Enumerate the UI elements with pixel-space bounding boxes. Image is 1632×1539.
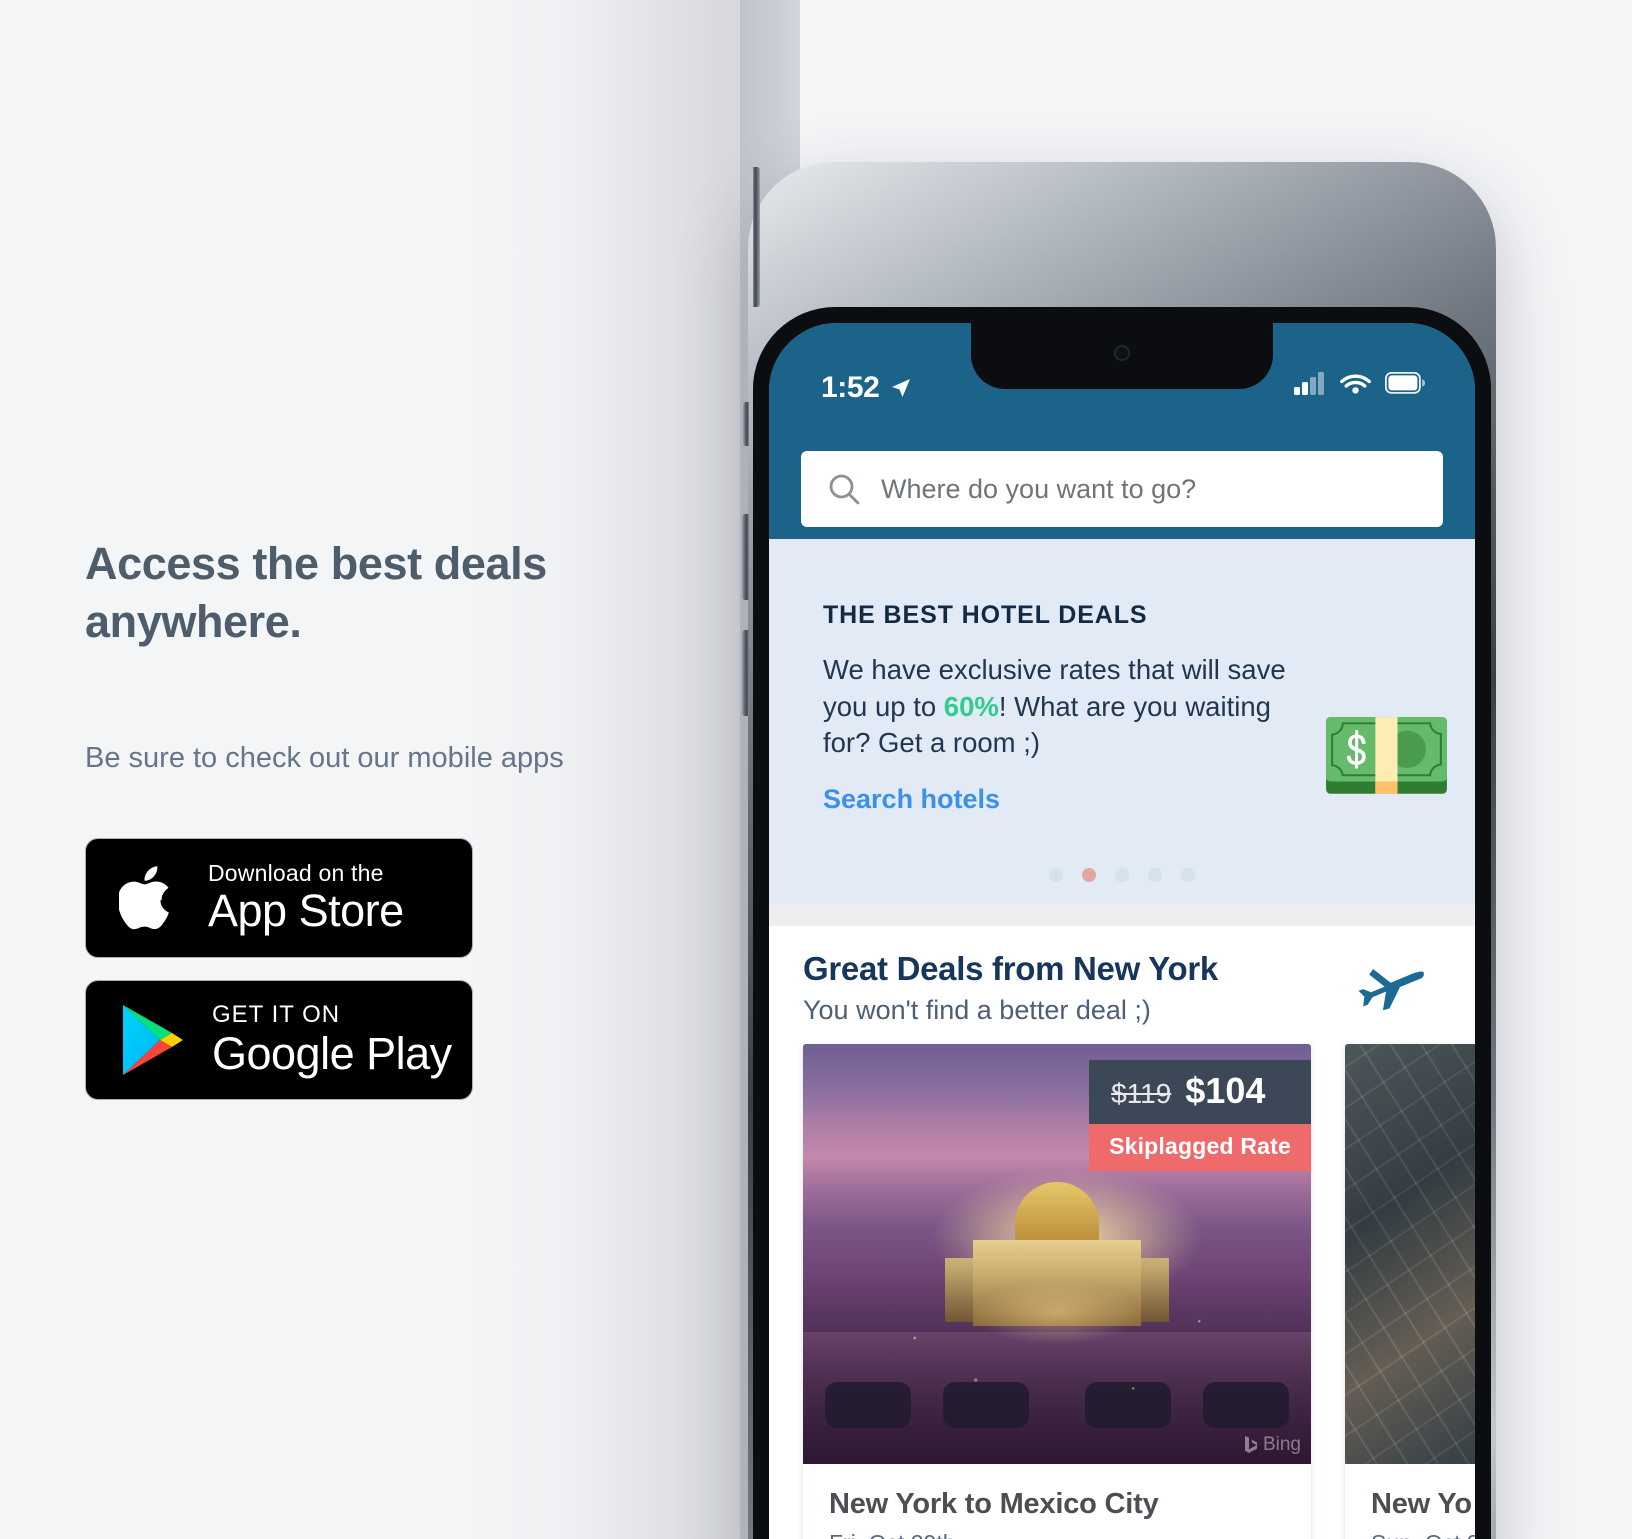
app-store-badge-text: Download on the App Store [208, 861, 404, 935]
phone-notch [971, 323, 1273, 389]
wifi-icon [1340, 374, 1371, 394]
google-play-big-label: Google Play [212, 1027, 452, 1079]
bing-watermark-label: Bing [1262, 1434, 1301, 1455]
google-play-logo-icon [114, 998, 190, 1082]
phone-screen: 1:52 Where do you want to go? THE BEST H… [769, 323, 1475, 1539]
deal-card-title: New York to Mexico City [829, 1488, 1159, 1520]
carousel-dot[interactable] [1148, 868, 1162, 882]
status-bar-indicators [1294, 371, 1425, 395]
google-play-badge[interactable]: GET IT ON Google Play [85, 980, 473, 1101]
search-input-placeholder: Where do you want to go? [881, 473, 1197, 504]
palace-right-wing-shape [1050, 1258, 1169, 1322]
deals-subtitle: You won't find a better deal ;) [803, 995, 1151, 1025]
bing-logo-icon [1244, 1436, 1257, 1453]
deals-header: Great Deals from New York You won't find… [803, 950, 1441, 1026]
price-badge: $119 $104 Skiplagged Rate [1089, 1060, 1311, 1171]
apple-logo-icon [114, 854, 186, 942]
discounted-price: $104 [1185, 1070, 1266, 1111]
deal-card-body: New Yo Sun, Oct 3 [1345, 1464, 1475, 1539]
marketing-column: Access the best deals anywhere. Be sure … [85, 535, 605, 1101]
page-root: Access the best deals anywhere. Be sure … [0, 0, 1632, 1539]
app-store-big-label: App Store [208, 885, 404, 937]
hedge-shape [1203, 1382, 1289, 1428]
hedge-shape [943, 1382, 1029, 1428]
power-button[interactable] [753, 167, 760, 307]
deal-card-date: Sun, Oct 3 [1371, 1530, 1475, 1539]
search-hotels-link[interactable]: Search hotels [823, 784, 1000, 815]
app-store-small-label: Download on the [208, 859, 384, 886]
carousel-dot-active[interactable] [1082, 868, 1096, 882]
battery-icon [1385, 372, 1425, 394]
phone-bezel: 1:52 Where do you want to go? THE BEST H… [753, 307, 1491, 1539]
search-input[interactable]: Where do you want to go? [801, 451, 1443, 527]
deal-card-title: New Yo [1371, 1488, 1472, 1520]
location-arrow-icon [892, 379, 911, 397]
money-stack-icon: 💵 [1318, 694, 1455, 817]
hotel-promo-card[interactable]: THE BEST HOTEL DEALS We have exclusive r… [769, 539, 1475, 904]
hedge-shape [1085, 1382, 1171, 1428]
deals-section: Great Deals from New York You won't find… [769, 926, 1475, 1539]
bing-watermark: Bing [1244, 1434, 1301, 1456]
deal-card[interactable]: New Yo Sun, Oct 3 [1345, 1044, 1475, 1539]
status-bar-clock: 1:52 [821, 371, 880, 404]
carousel-dot[interactable] [1115, 868, 1129, 882]
promo-carousel-dots [769, 868, 1475, 882]
deals-title: Great Deals from New York [803, 950, 1218, 987]
skiplagged-rate-badge: Skiplagged Rate [1089, 1124, 1311, 1171]
promo-body: We have exclusive rates that will save y… [823, 652, 1323, 762]
phone-mockup: 1:52 Where do you want to go? THE BEST H… [742, 162, 1496, 1539]
original-price: $119 [1111, 1078, 1172, 1109]
promo-eyebrow: THE BEST HOTEL DEALS [823, 601, 1148, 629]
deal-card[interactable]: Bing $119 $104 Skiplagged Rate New York … [803, 1044, 1311, 1539]
google-play-badge-text: GET IT ON Google Play [212, 1000, 452, 1079]
deal-card-image: Bing $119 $104 Skiplagged Rate [803, 1044, 1311, 1464]
section-divider [769, 904, 1475, 926]
carousel-dot[interactable] [1181, 868, 1195, 882]
hedge-shape [825, 1382, 911, 1428]
status-bar-time-group: 1:52 [821, 371, 913, 405]
deal-cards-list: Bing $119 $104 Skiplagged Rate New York … [803, 1044, 1475, 1539]
front-camera-icon [1114, 345, 1130, 361]
deal-card-body: New York to Mexico City Fri, Oct 29th [803, 1464, 1311, 1539]
deal-card-image [1345, 1044, 1475, 1464]
deal-card-date: Fri, Oct 29th [829, 1530, 1285, 1539]
store-badges: Download on the App Store GET IT ON Goog… [85, 838, 605, 1101]
promo-highlight: 60% [943, 690, 999, 722]
search-icon [829, 474, 860, 505]
mute-switch-button[interactable] [743, 402, 749, 446]
volume-down-button[interactable] [742, 630, 749, 716]
page-headline: Access the best deals anywhere. [85, 538, 547, 647]
cellular-signal-icon [1294, 372, 1324, 395]
page-subcopy: Be sure to check out our mobile apps [85, 742, 564, 775]
app-store-badge[interactable]: Download on the App Store [85, 838, 473, 959]
plaza-foreground-shape [803, 1332, 1311, 1464]
palace-base-shape [973, 1240, 1141, 1326]
carousel-dot[interactable] [1049, 868, 1063, 882]
palace-left-wing-shape [945, 1258, 1064, 1322]
google-play-small-label: GET IT ON [212, 1000, 341, 1028]
volume-up-button[interactable] [742, 514, 749, 600]
price-row: $119 $104 [1089, 1060, 1311, 1124]
palace-dome-shape [1015, 1182, 1099, 1244]
airplane-icon [1351, 958, 1427, 1015]
